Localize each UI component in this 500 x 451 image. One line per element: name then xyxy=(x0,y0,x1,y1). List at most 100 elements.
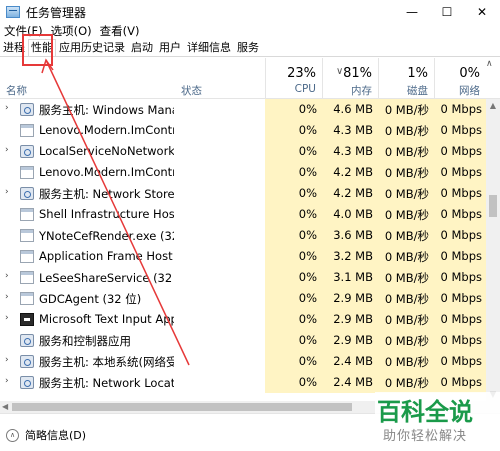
table-row[interactable]: 服务和控制器应用 0% 2.9 MB 0 MB/秒 0 Mbps xyxy=(0,330,486,351)
process-network: 0 Mbps xyxy=(440,354,483,368)
column-cpu-header[interactable]: 23% CPU xyxy=(265,58,322,99)
process-cpu: 0% xyxy=(298,144,317,158)
process-cpu: 0% xyxy=(298,186,317,200)
tab-bar: 进程 性能 应用历史记录 启动 用户 详细信息 服务 xyxy=(0,39,500,57)
scroll-up-icon[interactable]: ▲ xyxy=(486,99,500,113)
process-icon xyxy=(20,145,34,158)
process-name: 服务主机: Windows Managem... xyxy=(39,103,174,117)
process-icon xyxy=(20,271,34,284)
tab-services[interactable]: 服务 xyxy=(234,39,262,56)
process-cpu: 0% xyxy=(298,291,317,305)
process-table: 名称 状态 23% CPU ∨ 81% 内存 1% 磁盘 0% 网络 ∧ › 服务… xyxy=(0,58,500,402)
process-network: 0 Mbps xyxy=(440,165,483,179)
tab-users[interactable]: 用户 xyxy=(156,39,184,56)
process-cpu: 0% xyxy=(298,165,317,179)
process-cpu: 0% xyxy=(298,228,317,242)
expand-chevron-icon[interactable]: › xyxy=(5,103,9,113)
expand-chevron-icon[interactable]: › xyxy=(5,145,9,155)
process-memory: 4.3 MB xyxy=(333,123,373,137)
collapse-circle-icon: ∧ xyxy=(6,428,19,442)
task-manager-icon xyxy=(6,6,20,18)
column-status-header[interactable]: 状态 xyxy=(181,83,202,98)
process-icon xyxy=(20,292,34,305)
table-row[interactable]: Lenovo.Modern.ImController.... 0% 4.2 MB 0 … xyxy=(0,162,486,183)
process-memory: 4.3 MB xyxy=(333,144,373,158)
minimize-button[interactable]: — xyxy=(395,0,429,24)
process-network: 0 Mbps xyxy=(440,312,483,326)
process-disk: 0 MB/秒 xyxy=(384,334,429,348)
tab-app-history[interactable]: 应用历史记录 xyxy=(56,39,128,56)
expand-chevron-icon[interactable]: › xyxy=(5,313,9,323)
column-memory-header[interactable]: 81% 内存 xyxy=(322,58,378,99)
vertical-scroll-thumb[interactable] xyxy=(489,195,497,217)
process-icon xyxy=(20,229,34,242)
table-row[interactable]: YNoteCefRender.exe (32 位) 0% 3.6 MB 0 MB/秒 0… xyxy=(0,225,486,246)
expand-chevron-icon[interactable]: › xyxy=(5,355,9,365)
process-disk: 0 MB/秒 xyxy=(384,166,429,180)
process-memory: 3.6 MB xyxy=(333,228,373,242)
process-name: Microsoft Text Input Applicat... xyxy=(39,312,174,326)
process-name: LeSeeShareService (32 位) xyxy=(39,271,174,285)
watermark-brand: 百科全说 xyxy=(377,398,473,426)
tab-startup[interactable]: 启动 xyxy=(128,39,156,56)
fewer-details-button[interactable]: ∧ 简略信息(D) xyxy=(6,427,86,443)
process-icon xyxy=(20,208,34,221)
table-row[interactable]: › LocalServiceNoNetworkFirew... 0% 4.3 MB 0 … xyxy=(0,141,486,162)
fewer-details-label: 简略信息(D) xyxy=(25,429,87,442)
process-network: 0 Mbps xyxy=(440,144,483,158)
disk-label: 磁盘 xyxy=(407,85,428,97)
title-bar: 任务管理器 — ☐ ✕ xyxy=(0,0,500,24)
table-row[interactable]: Application Frame Host 0% 3.2 MB 0 MB/秒 0 Mb… xyxy=(0,246,486,267)
process-disk: 0 MB/秒 xyxy=(384,292,429,306)
process-disk: 0 MB/秒 xyxy=(384,271,429,285)
tab-details[interactable]: 详细信息 xyxy=(184,39,234,56)
table-row[interactable]: › 服务主机: Network Store Inter... 0% 4.2 MB 0 M… xyxy=(0,183,486,204)
expand-chevron-icon[interactable]: › xyxy=(5,376,9,386)
menu-options[interactable]: 选项(O) xyxy=(47,23,96,39)
column-name-header[interactable]: 名称 xyxy=(6,83,27,98)
table-row[interactable]: › LeSeeShareService (32 位) 0% 3.1 MB 0 MB/秒 0… xyxy=(0,267,486,288)
close-button[interactable]: ✕ xyxy=(465,0,499,24)
table-row[interactable]: › 服务主机: Windows Managem... 0% 4.6 MB 0 MB/秒 0… xyxy=(0,99,486,120)
process-network: 0 Mbps xyxy=(440,333,483,347)
column-disk-header[interactable]: 1% 磁盘 xyxy=(378,58,434,99)
table-row[interactable]: › GDCAgent (32 位) 0% 2.9 MB 0 MB/秒 0 Mbps xyxy=(0,288,486,309)
process-cpu: 0% xyxy=(298,354,317,368)
table-row[interactable]: Lenovo.Modern.ImController.... 0% 4.3 MB 0 … xyxy=(0,120,486,141)
maximize-button[interactable]: ☐ xyxy=(430,0,464,24)
horizontal-scroll-thumb[interactable] xyxy=(12,403,352,411)
column-network-header[interactable]: 0% 网络 xyxy=(434,58,486,99)
process-name: 服务和控制器应用 xyxy=(39,334,131,348)
table-row[interactable]: › 服务主机: Network Location A... 0% 2.4 MB 0 MB… xyxy=(0,372,486,393)
watermark-slogan: 助你轻松解决 xyxy=(383,429,468,444)
table-row[interactable]: › 服务主机: 本地系统(网络受限) 0% 2.4 MB 0 MB/秒 0 Mbps xyxy=(0,351,486,372)
process-memory: 3.1 MB xyxy=(333,270,373,284)
process-disk: 0 MB/秒 xyxy=(384,313,429,327)
expand-chevron-icon[interactable]: › xyxy=(5,292,9,302)
window-title: 任务管理器 xyxy=(26,5,87,20)
chevron-up-icon[interactable]: ∧ xyxy=(486,59,493,69)
process-memory: 4.0 MB xyxy=(333,207,373,221)
process-disk: 0 MB/秒 xyxy=(384,145,429,159)
memory-total-percent: 81% xyxy=(343,66,372,81)
process-name: Application Frame Host xyxy=(39,249,173,263)
process-memory: 2.9 MB xyxy=(333,291,373,305)
expand-chevron-icon[interactable]: › xyxy=(5,271,9,281)
network-label: 网络 xyxy=(459,85,480,97)
process-disk: 0 MB/秒 xyxy=(384,208,429,222)
process-disk: 0 MB/秒 xyxy=(384,250,429,264)
process-name: GDCAgent (32 位) xyxy=(39,292,142,306)
expand-chevron-icon[interactable]: › xyxy=(5,187,9,197)
process-disk: 0 MB/秒 xyxy=(384,103,429,117)
menu-view[interactable]: 查看(V) xyxy=(96,23,144,39)
process-disk: 0 MB/秒 xyxy=(384,229,429,243)
process-name: Shell Infrastructure Host xyxy=(39,207,174,221)
table-row[interactable]: Shell Infrastructure Host 0% 4.0 MB 0 MB/秒 0… xyxy=(0,204,486,225)
process-rows: › 服务主机: Windows Managem... 0% 4.6 MB 0 MB/秒 0… xyxy=(0,99,486,402)
scroll-left-icon[interactable]: ◀ xyxy=(2,401,8,413)
vertical-scrollbar[interactable]: ▲ ▼ xyxy=(486,99,500,402)
process-memory: 4.6 MB xyxy=(333,102,373,116)
process-name: 服务主机: Network Store Inter... xyxy=(39,187,174,201)
table-row[interactable]: › Microsoft Text Input Applicat... 0% 2.9 M… xyxy=(0,309,486,330)
process-cpu: 0% xyxy=(298,102,317,116)
